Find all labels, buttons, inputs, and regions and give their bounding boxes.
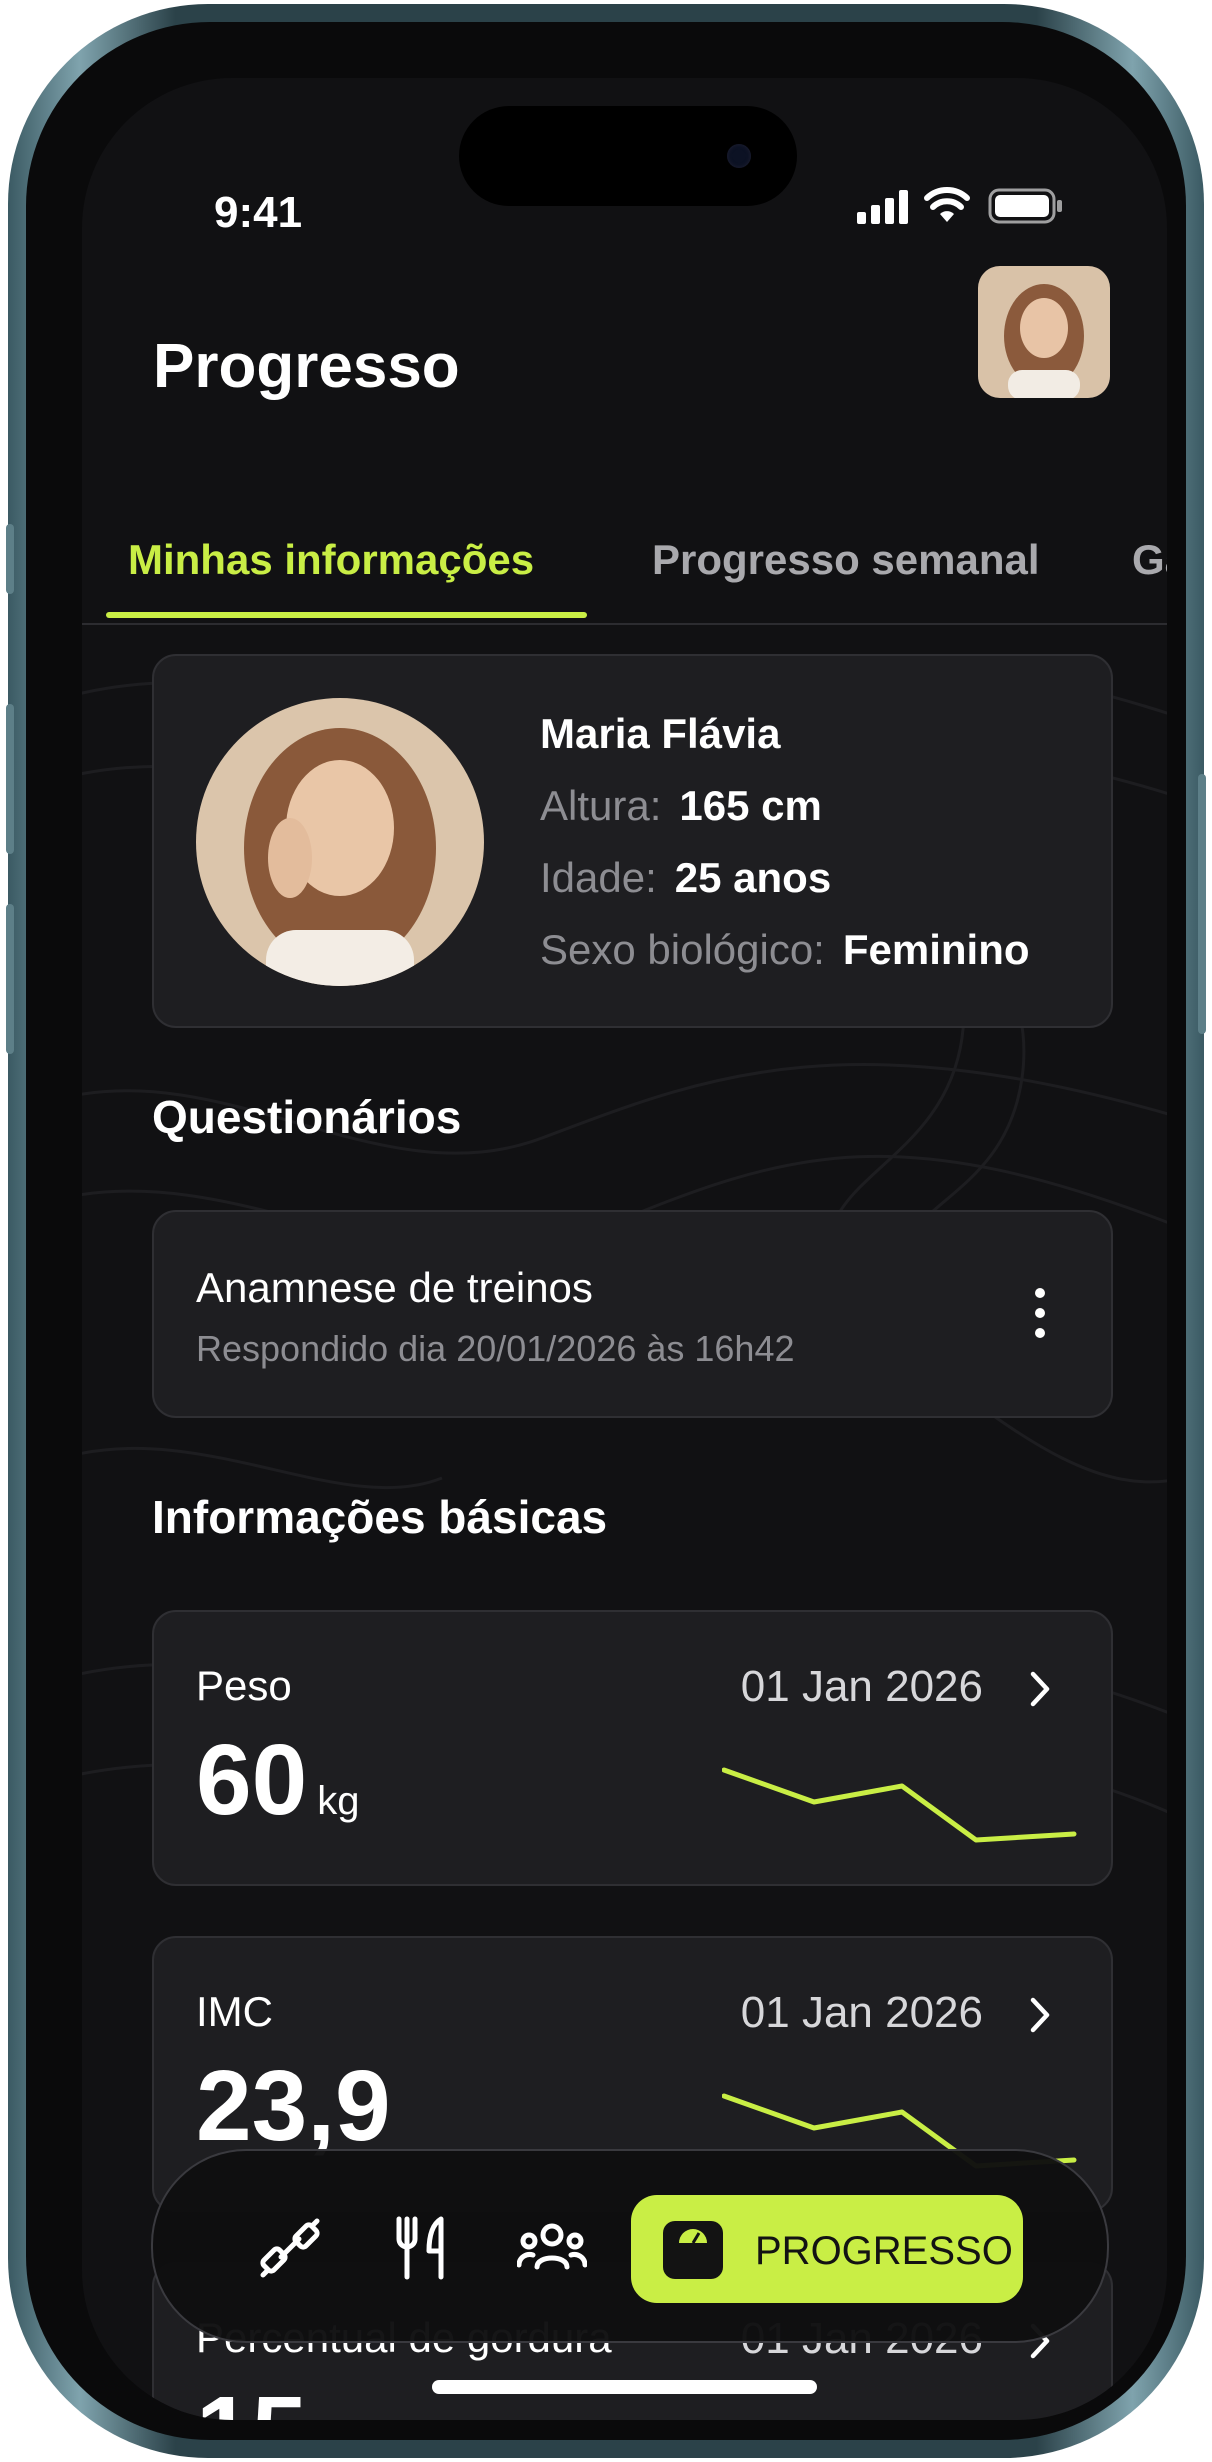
metric-date: 01 Jan 2026 <box>740 1988 983 2037</box>
scale-icon <box>663 2221 723 2279</box>
sex-value: Feminino <box>842 926 1030 973</box>
volume-up-button <box>6 704 14 854</box>
front-camera <box>727 144 751 168</box>
profile-height-row: Altura: 165 cm <box>540 782 822 830</box>
tab-minhas-informacoes[interactable]: Minhas informações <box>128 536 534 584</box>
cellular-signal-icon <box>857 190 908 224</box>
dumbbell-icon[interactable] <box>257 2215 323 2281</box>
profile-sex-row: Sexo biológico: Feminino <box>540 926 1030 974</box>
questionnaire-card[interactable]: Anamnese de treinos Respondido dia 20/01… <box>152 1210 1113 1418</box>
active-tab-indicator <box>106 612 587 618</box>
age-value: 25 anos <box>674 854 832 901</box>
power-button <box>1198 774 1206 1034</box>
chevron-right-icon <box>1030 1671 1050 1707</box>
status-bar: 9:41 <box>82 78 1167 237</box>
height-label: Altura: <box>540 782 662 829</box>
questionnaire-subtitle: Respondido dia 20/01/2026 às 16h42 <box>196 1328 795 1369</box>
fork-knife-icon[interactable] <box>391 2215 453 2281</box>
tab-progresso-semanal[interactable]: Progresso semanal <box>652 536 1040 584</box>
metric-value: 23,9 <box>196 2050 391 2162</box>
height-value: 165 cm <box>679 782 822 829</box>
wifi-icon <box>924 187 970 222</box>
metric-value: 15 <box>196 2382 307 2420</box>
nav-progresso-label: PROGRESSO <box>755 2229 1013 2273</box>
phone-bezel: 9:41 Progresso Minhas informações Progre… <box>26 22 1186 2440</box>
tab-bar: Minhas informações Progresso semanal Ga <box>82 518 1167 625</box>
profile-photo <box>196 698 484 986</box>
profile-name: Maria Flávia <box>540 710 781 757</box>
chevron-right-icon <box>1030 1997 1050 2033</box>
tab-partial[interactable]: Ga <box>1132 536 1167 584</box>
nav-progresso-button[interactable]: PROGRESSO <box>631 2195 1023 2303</box>
user-avatar[interactable] <box>978 266 1110 398</box>
basic-info-title: Informações básicas <box>152 1491 608 1543</box>
age-label: Idade: <box>540 854 657 901</box>
questionnaire-title: Anamnese de treinos <box>196 1264 593 1311</box>
metric-label: IMC <box>196 1988 273 2035</box>
phone-frame: 9:41 Progresso Minhas informações Progre… <box>6 4 1206 2458</box>
metric-unit: kg <box>317 1779 360 1823</box>
status-time: 9:41 <box>214 188 303 237</box>
weight-trend-sparkline <box>722 1767 1077 1843</box>
sex-label: Sexo biológico: <box>540 926 825 973</box>
community-icon[interactable] <box>517 2215 587 2281</box>
screen: 9:41 Progresso Minhas informações Progre… <box>82 78 1167 2420</box>
metric-date: 01 Jan 2026 <box>740 1662 983 1711</box>
bottom-navigation: PROGRESSO <box>151 2149 1109 2343</box>
metric-label: Peso <box>196 1662 292 1709</box>
questionnaires-title: Questionários <box>152 1091 462 1143</box>
page-title: Progresso <box>153 332 460 401</box>
home-indicator[interactable] <box>432 2380 817 2394</box>
profile-age-row: Idade: 25 anos <box>540 854 831 902</box>
metric-card-peso[interactable]: Peso 01 Jan 2026 60 kg <box>152 1610 1113 1886</box>
profile-card: Maria Flávia Altura: 165 cm Idade: 25 anos… <box>152 654 1113 1028</box>
volume-down-button <box>6 904 14 1054</box>
more-options-icon[interactable] <box>1035 1288 1047 1348</box>
battery-icon <box>988 188 1062 224</box>
metric-value: 60 kg <box>196 1724 360 1836</box>
action-button <box>6 524 14 594</box>
